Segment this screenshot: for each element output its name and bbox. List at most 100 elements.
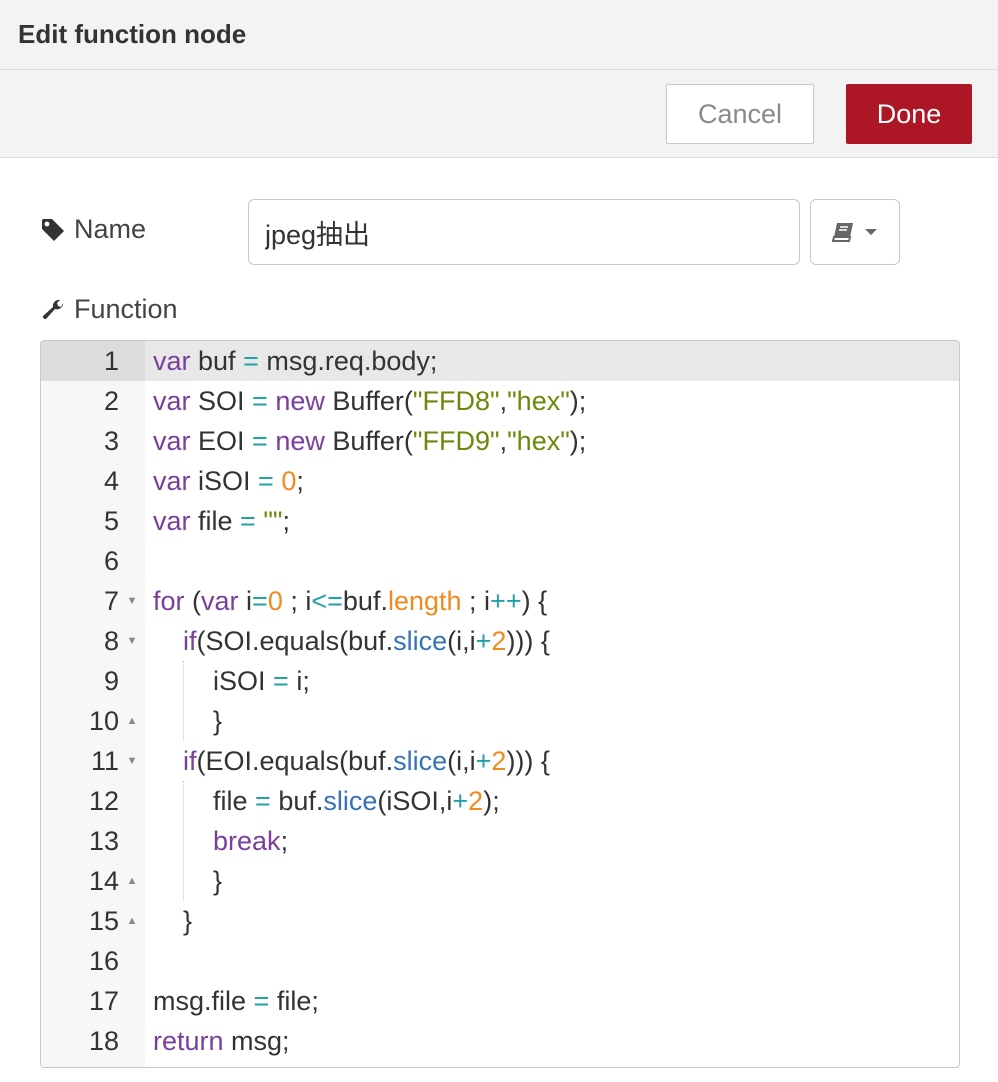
code-text: var iSOI = 0; [153,461,304,501]
code-line[interactable]: 16 [41,941,959,981]
code-token: ; [280,826,289,856]
line-number-cell: 10 ▲ [41,701,145,741]
operator-token: = [255,786,271,816]
code-line[interactable]: 15 ▲ } [41,901,959,941]
keyword-token: var [153,386,191,416]
code-token: msg.file [153,986,254,1016]
code-token: file [153,786,256,816]
code-line[interactable]: 2 var SOI = new Buffer("FFD8","hex"); [41,381,959,421]
code-line[interactable]: 13 break; [41,821,959,861]
line-number-cell: 12 [41,781,145,821]
name-label-row: Name [40,214,146,245]
code-line[interactable]: 7 ▼ for (var i=0 ; i<=buf.length ; i++) { [41,581,959,621]
code-token: (iSOI,i [377,786,453,816]
code-line[interactable]: 8 ▼ if(SOI.equals(buf.slice(i,i+2))) { [41,621,959,661]
code-line[interactable]: 10 ▲ } [41,701,959,741]
code-line[interactable]: 9 iSOI = i; [41,661,959,701]
code-line[interactable]: 4 var iSOI = 0; [41,461,959,501]
cancel-button[interactable]: Cancel [666,84,814,144]
library-button[interactable] [810,199,900,265]
fold-collapse-icon[interactable]: ▼ [125,741,139,781]
line-number: 12 [88,786,119,816]
book-icon [832,223,853,242]
operator-token: = [240,506,256,536]
code-text: if(EOI.equals(buf.slice(i,i+2))) { [153,741,550,781]
caret-down-icon [865,229,877,235]
code-line[interactable]: 12 file = buf.slice(iSOI,i+2); [41,781,959,821]
tag-icon [42,218,64,241]
code-line[interactable]: 6 [41,541,959,581]
code-line[interactable]: 11 ▼ if(EOI.equals(buf.slice(i,i+2))) { [41,741,959,781]
dialog-header: Edit function node [0,0,998,70]
line-number-cell: 3 [41,421,145,461]
line-number-cell: 9 [41,661,145,701]
line-number-cell: 18 [41,1021,145,1061]
code-token: SOI [190,386,253,416]
code-line[interactable]: 17 msg.file = file; [41,981,959,1021]
code-token: ); [483,786,500,816]
code-text: } [153,701,222,741]
code-token: ; i [461,586,491,616]
code-token: (EOI.equals(buf. [196,746,394,776]
code-line[interactable]: 5 var file = ""; [41,501,959,541]
code-token: msg.req.body; [258,346,438,376]
keyword-token: var [153,506,191,536]
operator-token: = [252,386,268,416]
line-number: 10 [88,706,119,736]
code-token: iSOI [190,466,259,496]
operator-token: <= [311,586,343,616]
function-token: slice [393,626,448,656]
code-token: ); [569,426,587,456]
code-token: Buffer( [324,386,413,416]
done-button[interactable]: Done [846,84,972,144]
operator-token: = [252,586,268,616]
code-token: file; [269,986,319,1016]
code-text: } [153,901,192,941]
line-number-cell: 8 ▼ [41,621,145,661]
code-token: (SOI.equals(buf. [196,626,394,656]
code-text: var buf = msg.req.body; [153,341,437,381]
code-editor[interactable]: 1 var buf = msg.req.body; 2 var SOI = new B… [40,340,960,1068]
operator-token: + [475,626,492,656]
line-number-cell: 6 [41,541,145,581]
fold-expand-icon[interactable]: ▲ [125,701,139,741]
code-token: } [153,906,193,936]
code-line[interactable]: 18 return msg; [41,1021,959,1061]
code-line[interactable]: 14 ▲ } [41,861,959,901]
number-token: 0 [281,466,297,496]
code-text: var EOI = new Buffer("FFD9","hex"); [153,421,586,461]
code-text: iSOI = i; [153,661,310,701]
name-input[interactable] [248,199,800,265]
line-number: 4 [103,466,119,496]
fold-expand-icon[interactable]: ▲ [125,901,139,941]
line-number-cell: 13 [41,821,145,861]
string-token: "FFD8" [412,386,500,416]
dialog-title: Edit function node [18,19,247,49]
code-token: ; [282,506,291,536]
code-token: ; i [282,586,312,616]
fold-expand-icon[interactable]: ▲ [125,861,139,901]
line-number: 16 [88,946,119,976]
code-line[interactable]: 3 var EOI = new Buffer("FFD9","hex"); [41,421,959,461]
line-number: 13 [88,826,119,856]
keyword-token: var [153,346,191,376]
fold-collapse-icon[interactable]: ▼ [125,621,139,661]
operator-token: = [258,466,274,496]
fold-collapse-icon[interactable]: ▼ [125,581,139,621]
keyword-token: break [213,826,281,856]
string-token: "hex" [507,426,570,456]
code-line[interactable]: 1 var buf = msg.req.body; [41,341,959,381]
code-text: break; [153,821,288,861]
keyword-token: var [201,586,239,616]
string-token: "FFD9" [412,426,500,456]
number-token: 2 [491,746,507,776]
code-token: i; [288,666,310,696]
number-token: 0 [267,586,283,616]
function-token: slice [393,746,448,776]
line-number-cell: 17 [41,981,145,1021]
operator-token: = [243,346,259,376]
code-token: msg; [223,1026,290,1056]
keyword-token: if [183,746,197,776]
line-number: 1 [103,346,119,376]
